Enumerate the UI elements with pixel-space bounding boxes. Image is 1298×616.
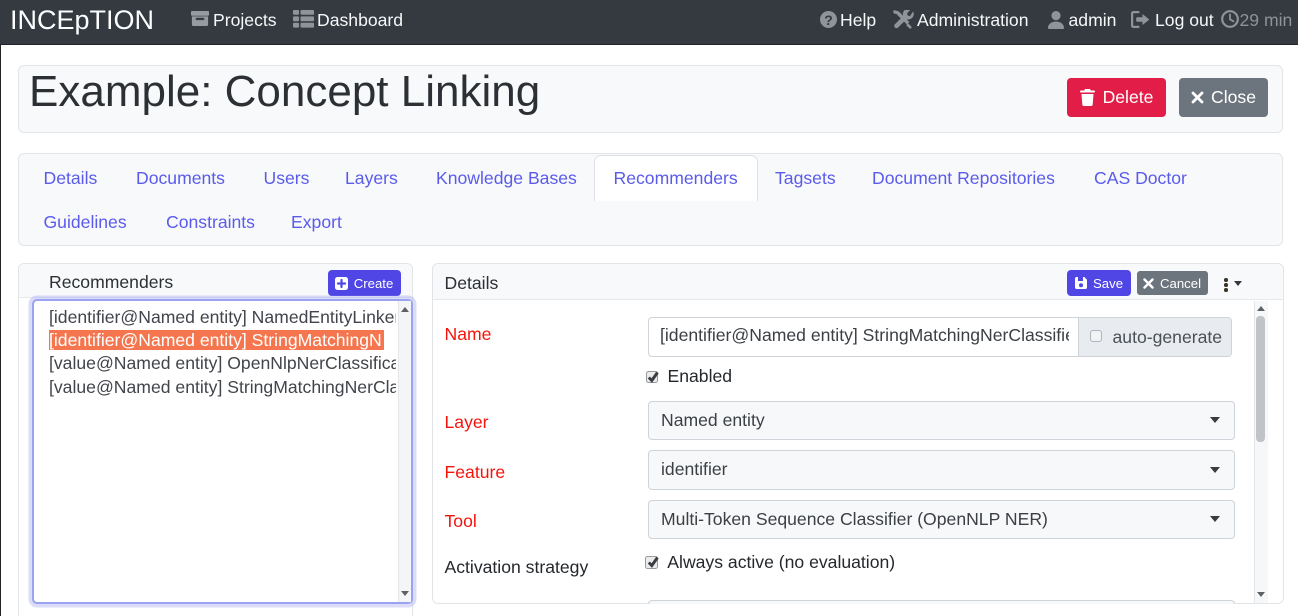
svg-text:?: ? [824,12,833,28]
